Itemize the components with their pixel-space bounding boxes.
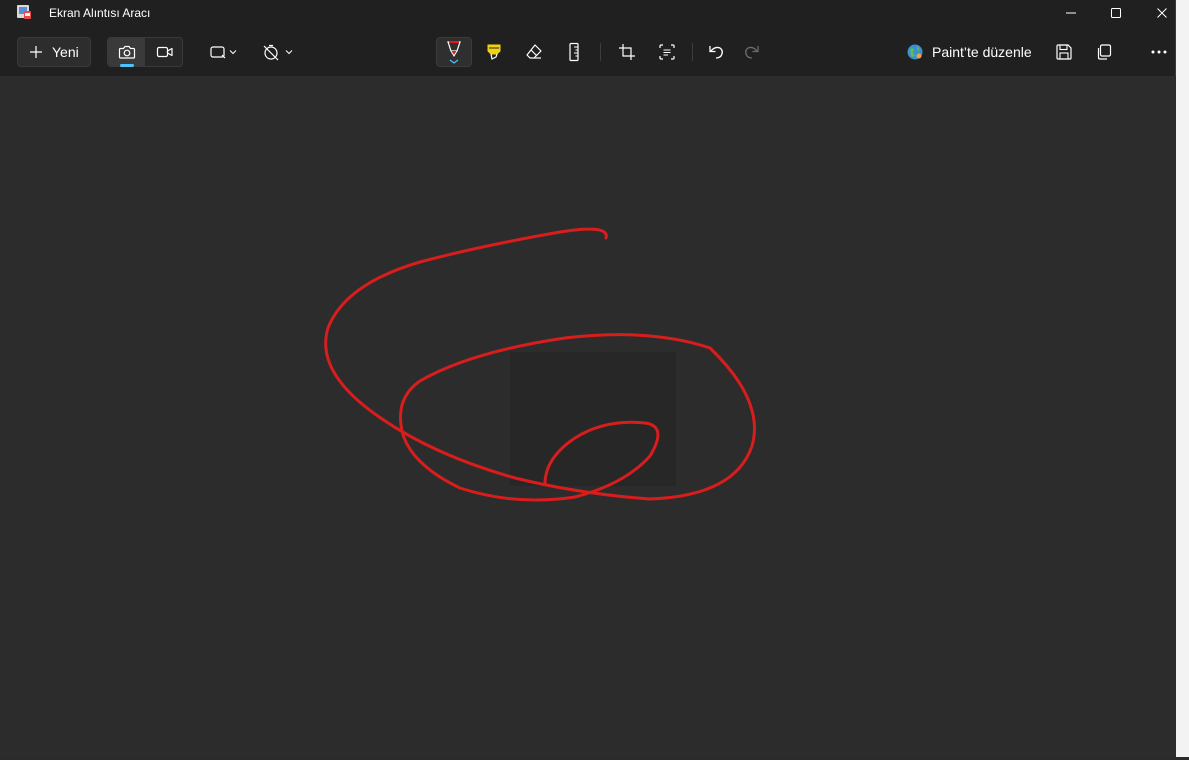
title-bar: Ekran Alıntısı Aracı (0, 0, 1176, 28)
highlighter-icon (485, 43, 503, 61)
desktop-background (1176, 0, 1189, 760)
copy-button[interactable] (1086, 37, 1122, 67)
crop-icon (618, 43, 636, 61)
toolbar-separator (600, 43, 601, 61)
eraser-icon (525, 43, 543, 61)
more-options-button[interactable] (1141, 37, 1177, 67)
timer-dropdown[interactable] (257, 37, 297, 67)
camera-icon (118, 44, 136, 60)
video-mode-button[interactable] (146, 38, 183, 66)
redo-button[interactable] (734, 37, 770, 67)
close-icon (1156, 7, 1168, 19)
maximize-icon (1110, 7, 1122, 19)
highlighter-tool-button[interactable] (476, 37, 512, 67)
more-options-icon (1150, 49, 1168, 55)
text-actions-button[interactable] (649, 37, 685, 67)
rectangle-snip-icon (207, 44, 237, 60)
minimize-button[interactable] (1048, 0, 1094, 26)
save-button[interactable] (1046, 37, 1082, 67)
snapshot-mode-button[interactable] (108, 38, 145, 67)
snipping-tool-window: Ekran Alıntısı Aracı Yeni Paint’te düzen… (0, 0, 1176, 757)
pen-tool-button[interactable] (436, 37, 472, 67)
paint-globe-icon (906, 43, 924, 61)
plus-icon (29, 45, 43, 59)
new-snip-label: Yeni (52, 44, 79, 60)
toolbar-separator (692, 43, 693, 61)
edit-in-paint-button[interactable]: Paint’te düzenle (900, 37, 1036, 67)
save-icon (1055, 43, 1073, 61)
ruler-icon (567, 42, 581, 62)
toolbar: Yeni Paint’te düzenle (0, 28, 1176, 76)
timer-off-icon (261, 43, 293, 61)
undo-icon (707, 43, 725, 61)
redo-icon (743, 43, 761, 61)
text-actions-icon (658, 43, 676, 61)
ruler-tool-button[interactable] (556, 37, 592, 67)
minimize-icon (1065, 7, 1077, 19)
app-icon (16, 4, 33, 21)
new-snip-button[interactable]: Yeni (17, 37, 91, 67)
pen-annotation (324, 227, 756, 502)
copy-icon (1095, 43, 1113, 61)
snip-canvas[interactable] (0, 76, 1176, 757)
maximize-button[interactable] (1093, 0, 1139, 26)
window-title: Ekran Alıntısı Aracı (49, 6, 151, 20)
undo-button[interactable] (698, 37, 734, 67)
edit-in-paint-label: Paint’te düzenle (932, 44, 1032, 60)
eraser-tool-button[interactable] (516, 37, 552, 67)
crop-button[interactable] (609, 37, 645, 67)
active-mode-indicator (120, 64, 134, 67)
snip-shape-dropdown[interactable] (202, 37, 242, 67)
capture-mode-toggle (107, 37, 183, 67)
ballpoint-pen-icon (445, 39, 463, 65)
video-camera-icon (156, 45, 174, 59)
